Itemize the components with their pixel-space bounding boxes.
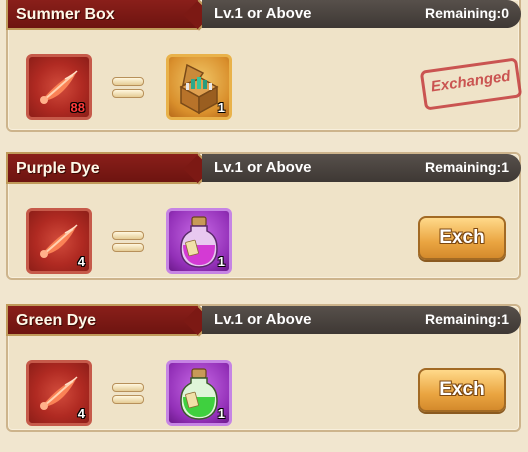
reward-quantity: 1 (217, 100, 225, 115)
cost-item-slot[interactable]: 4 (26, 360, 92, 426)
cost-item-slot[interactable]: 88 (26, 54, 92, 120)
equals-icon (112, 76, 144, 98)
equals-icon (112, 382, 144, 404)
reward-item-slot[interactable]: 1 (166, 54, 232, 120)
exchange-button[interactable]: Exch (418, 368, 506, 412)
exchange-card-purple-dye: Purple Dye Lv.1 or Above Remaining:1 4 1… (6, 152, 521, 280)
title-banner: Purple Dye (6, 152, 198, 184)
reward-quantity: 1 (217, 406, 225, 421)
card-header: Purple Dye Lv.1 or Above Remaining:1 (6, 152, 521, 184)
info-bar: Lv.1 or Above Remaining:1 (202, 154, 521, 182)
title-banner: Summer Box (6, 0, 198, 30)
reward-quantity: 1 (217, 254, 225, 269)
item-title: Summer Box (16, 6, 115, 23)
reward-item-slot[interactable]: 1 (166, 208, 232, 274)
cost-item-slot[interactable]: 4 (26, 208, 92, 274)
remaining-count: Remaining:1 (424, 159, 509, 175)
title-banner: Green Dye (6, 304, 198, 336)
level-requirement: Lv.1 or Above (214, 5, 312, 22)
cost-quantity: 88 (70, 100, 85, 115)
level-requirement: Lv.1 or Above (214, 311, 312, 328)
card-header: Summer Box Lv.1 or Above Remaining:0 (6, 0, 521, 30)
cost-quantity: 4 (77, 254, 85, 269)
exchange-card-green-dye: Green Dye Lv.1 or Above Remaining:1 4 1 … (6, 304, 521, 432)
remaining-count: Remaining:0 (424, 5, 509, 21)
reward-item-slot[interactable]: 1 (166, 360, 232, 426)
exchange-button[interactable]: Exch (418, 216, 506, 260)
remaining-count: Remaining:1 (424, 311, 509, 327)
card-header: Green Dye Lv.1 or Above Remaining:1 (6, 304, 521, 336)
cost-quantity: 4 (77, 406, 85, 421)
level-requirement: Lv.1 or Above (214, 159, 312, 176)
item-title: Purple Dye (16, 160, 100, 177)
equals-icon (112, 230, 144, 252)
item-title: Green Dye (16, 312, 97, 329)
info-bar: Lv.1 or Above Remaining:0 (202, 0, 521, 28)
exchange-card-summer-box: Summer Box Lv.1 or Above Remaining:0 88 (6, 0, 523, 132)
exchanged-stamp: Exchanged (419, 57, 523, 111)
info-bar: Lv.1 or Above Remaining:1 (202, 306, 521, 334)
